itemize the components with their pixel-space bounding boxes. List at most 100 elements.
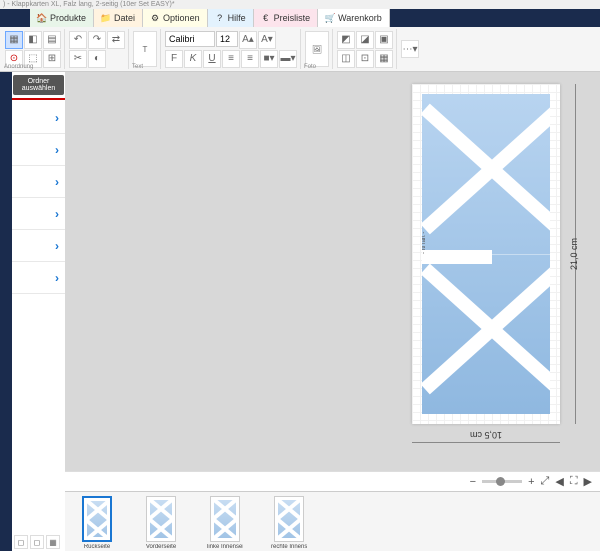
foto-tool-button[interactable]: 🖼 [305, 31, 329, 67]
group-label: Text [132, 64, 143, 70]
chevron-right-icon: › [55, 271, 59, 285]
tab-warenkorb[interactable]: 🛒Warenkorb [318, 9, 390, 27]
ungroup-button[interactable]: ⊞ [43, 50, 61, 68]
zoom-bar: − + ⤢ ◀ ⛶ ▶ [65, 471, 600, 491]
folder-icon: 📁 [101, 13, 111, 23]
thumb-2[interactable]: Vorderseite [143, 496, 179, 550]
grid-view-button[interactable]: ▦ [5, 31, 23, 49]
fontsize-select[interactable]: 12 [216, 31, 238, 47]
chevron-right-icon: › [55, 207, 59, 221]
rotate-left-button[interactable]: ↶ [69, 31, 87, 49]
italic-button[interactable]: K [184, 50, 202, 68]
tab-label: Optionen [163, 13, 200, 23]
accordion-item-4[interactable]: › [12, 198, 65, 230]
mask-button[interactable]: ◐ [88, 50, 106, 68]
font-select[interactable]: Calibri [165, 31, 215, 47]
thumb-label: rechte Innenseite [271, 544, 307, 550]
fullscreen-button[interactable]: ⛶ [570, 475, 578, 488]
layer-button[interactable]: ▤ [43, 31, 61, 49]
design-shape [422, 250, 492, 264]
dark-rail [0, 72, 12, 551]
accordion-item-5[interactable]: › [12, 230, 65, 262]
flip-button[interactable]: ⇄ [107, 31, 125, 49]
main-tabs: 🏠Produkte 📁Datei ⚙Optionen ?Hilfe €Preis… [0, 9, 600, 27]
more-button[interactable]: ⋯▾ [401, 40, 419, 58]
tab-produkte[interactable]: 🏠Produkte [30, 9, 94, 27]
text-tool-button[interactable]: T [133, 31, 157, 67]
img-btn-6[interactable]: ▦ [375, 50, 393, 68]
fold-line [422, 254, 550, 255]
prev-page-button[interactable]: ◀ [555, 475, 563, 488]
font-dec-button[interactable]: A▾ [258, 31, 276, 49]
canvas-area: - Iti fart - 21,0 cm 10,5 cm − + ⤢ ◀ ⛶ ▶ [65, 72, 600, 551]
ribbon-group-text: T Text [130, 29, 161, 69]
window-title: ) - Klappkarten XL, Falz lang, 2-seitig … [0, 0, 600, 9]
align-left-button[interactable]: ≡ [222, 50, 240, 68]
chevron-right-icon: › [55, 239, 59, 253]
img-btn-1[interactable]: ◩ [337, 31, 355, 49]
img-btn-4[interactable]: ◫ [337, 50, 355, 68]
cart-icon: 🛒 [325, 13, 335, 23]
card-paper: - Iti fart - [412, 84, 560, 424]
thumb-3[interactable]: linke Innenseite [207, 496, 243, 550]
ribbon-group-arrange: ▦ ◧ ▤ ⊙ ⬚ ⊞ Anordnung [2, 29, 65, 69]
gear-icon: ⚙ [150, 13, 160, 23]
zoom-slider[interactable] [482, 480, 522, 483]
divider [12, 98, 65, 100]
fill-button[interactable]: ▬▾ [279, 50, 297, 68]
align-button[interactable]: ◧ [24, 31, 42, 49]
tab-preisliste[interactable]: €Preisliste [254, 9, 319, 27]
ribbon-group-end: ⋯▾ [398, 29, 422, 69]
thumb-4[interactable]: rechte Innenseite [271, 496, 307, 550]
accordion-item-1[interactable]: › [12, 102, 65, 134]
font-inc-button[interactable]: A▴ [239, 31, 257, 49]
zoom-in-button[interactable]: + [528, 476, 534, 488]
thumb-label: Rückseite [79, 544, 115, 550]
page-thumbnails: Rückseite Vorderseite linke Innenseite r… [65, 491, 600, 551]
img-btn-2[interactable]: ◪ [356, 31, 374, 49]
tab-datei[interactable]: 📁Datei [94, 9, 143, 27]
bold-button[interactable]: F [165, 50, 183, 68]
accordion-item-3[interactable]: › [12, 166, 65, 198]
group-label: Foto [304, 64, 316, 70]
thumb-label: Vorderseite [143, 544, 179, 550]
img-btn-3[interactable]: ▣ [375, 31, 393, 49]
color-button[interactable]: ■▾ [260, 50, 278, 68]
sidebar-bottom-tools: ◻ ◻ ▦ [14, 535, 60, 549]
underline-button[interactable]: U [203, 50, 221, 68]
tool-b[interactable]: ◻ [30, 535, 44, 549]
tab-hilfe[interactable]: ?Hilfe [208, 9, 254, 27]
chevron-right-icon: › [55, 143, 59, 157]
ribbon-group-2: ↶ ↷ ⇄ ✂ ◐ [66, 29, 129, 69]
tool-a[interactable]: ◻ [14, 535, 28, 549]
thumb-label: linke Innenseite [207, 544, 243, 550]
img-btn-5[interactable]: ⊡ [356, 50, 374, 68]
help-icon: ? [215, 13, 225, 23]
align-center-button[interactable]: ≡ [241, 50, 259, 68]
ribbon-group-font: Calibri 12 A▴ A▾ F K U ≡ ≡ ■▾ ▬▾ [162, 29, 301, 69]
left-sidebar: Ordner auswählen › › › › › › ◻ ◻ ▦ [0, 72, 65, 551]
ribbon-group-foto: 🖼 Foto [302, 29, 333, 69]
dimension-width: 10,5 cm [412, 430, 560, 443]
next-page-button[interactable]: ▶ [584, 475, 592, 488]
crop-button[interactable]: ✂ [69, 50, 87, 68]
dimension-height: 21,0 cm [566, 84, 582, 424]
fit-button[interactable]: ⤢ [541, 475, 550, 488]
card-artboard[interactable]: - Iti fart - [412, 84, 560, 424]
accordion-item-2[interactable]: › [12, 134, 65, 166]
dim-label: 21,0 cm [569, 238, 579, 270]
tab-label: Produkte [50, 13, 86, 23]
zoom-out-button[interactable]: − [470, 476, 476, 488]
group-label: Anordnung [4, 64, 33, 70]
design-canvas[interactable]: - Iti fart - 21,0 cm 10,5 cm [77, 80, 588, 465]
thumb-1[interactable]: Rückseite [79, 496, 115, 550]
tab-label: Warenkorb [338, 13, 382, 23]
accordion-item-6[interactable]: › [12, 262, 65, 294]
tab-optionen[interactable]: ⚙Optionen [143, 9, 208, 27]
ribbon-toolbar: ▦ ◧ ▤ ⊙ ⬚ ⊞ Anordnung ↶ ↷ ⇄ ✂ ◐ T [0, 27, 600, 72]
tool-c[interactable]: ▦ [46, 535, 60, 549]
folder-select-button[interactable]: Ordner auswählen [13, 75, 64, 95]
rotate-right-button[interactable]: ↷ [88, 31, 106, 49]
card-content: - Iti fart - [422, 94, 550, 414]
tab-label: Preisliste [274, 13, 311, 23]
